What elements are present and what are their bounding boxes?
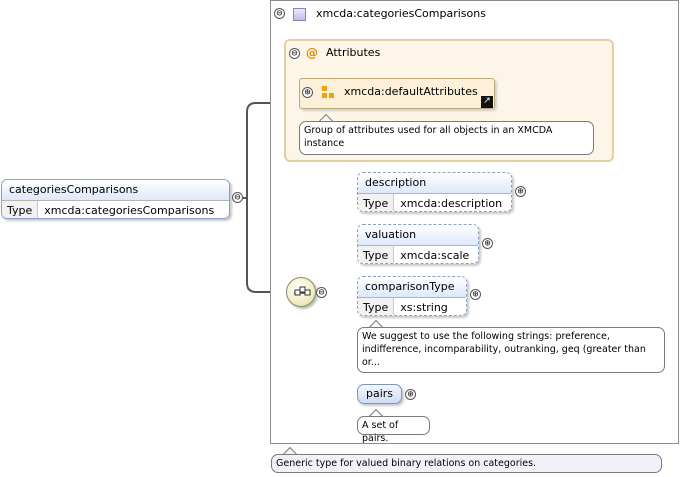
sequence-compositor-icon[interactable] <box>286 277 316 307</box>
element-name: description <box>358 173 511 193</box>
collapse-attributes-icon[interactable]: ⊖ <box>289 48 300 59</box>
collapse-root-icon[interactable]: ⊖ <box>232 192 243 203</box>
comparison-type-note: We suggest to use the following strings:… <box>357 327 665 373</box>
attribute-group-icon <box>322 86 335 99</box>
attribute-icon: @ <box>306 46 318 60</box>
element-description[interactable]: description Type xmcda:description <box>357 172 512 212</box>
root-type-value: xmcda:categoriesComparisons <box>44 204 215 217</box>
complex-type-name: xmcda:categoriesComparisons <box>316 7 486 20</box>
attributes-label: Attributes <box>326 46 381 59</box>
reference-arrow-icon[interactable]: ↗ <box>481 96 493 108</box>
attribute-group-note: Group of attributes used for all objects… <box>299 121 594 155</box>
type-key: Type <box>358 246 395 263</box>
type-value: xs:string <box>400 301 448 314</box>
element-comparison-type[interactable]: comparisonType Type xs:string <box>357 276 467 316</box>
element-name: comparisonType <box>358 277 466 297</box>
element-pairs[interactable]: pairs <box>357 384 402 404</box>
root-type-key: Type <box>2 201 39 218</box>
expand-description-icon[interactable]: ⊕ <box>515 186 526 197</box>
attribute-group-name: xmcda:defaultAttributes <box>344 85 478 98</box>
element-name: valuation <box>358 225 478 245</box>
expand-valuation-icon[interactable]: ⊕ <box>482 238 493 249</box>
type-value: xmcda:description <box>400 197 503 210</box>
expand-comparison-type-icon[interactable]: ⊕ <box>470 289 481 300</box>
type-key: Type <box>358 298 395 315</box>
element-valuation[interactable]: valuation Type xmcda:scale <box>357 224 479 264</box>
expand-pairs-icon[interactable]: ⊕ <box>405 389 416 400</box>
pairs-note: A set of pairs. <box>357 416 430 444</box>
collapse-sequence-icon[interactable]: ⊖ <box>316 287 327 298</box>
type-icon <box>293 8 306 21</box>
complex-type-note: Generic type for valued binary relations… <box>271 454 662 473</box>
expand-group-icon[interactable]: ⊕ <box>302 87 313 98</box>
collapse-type-icon[interactable]: ⊖ <box>274 8 285 19</box>
type-key: Type <box>358 194 395 211</box>
root-element-name: categoriesComparisons <box>2 180 229 200</box>
root-element[interactable]: categoriesComparisons Type xmcda:categor… <box>1 179 230 219</box>
type-value: xmcda:scale <box>400 249 470 262</box>
